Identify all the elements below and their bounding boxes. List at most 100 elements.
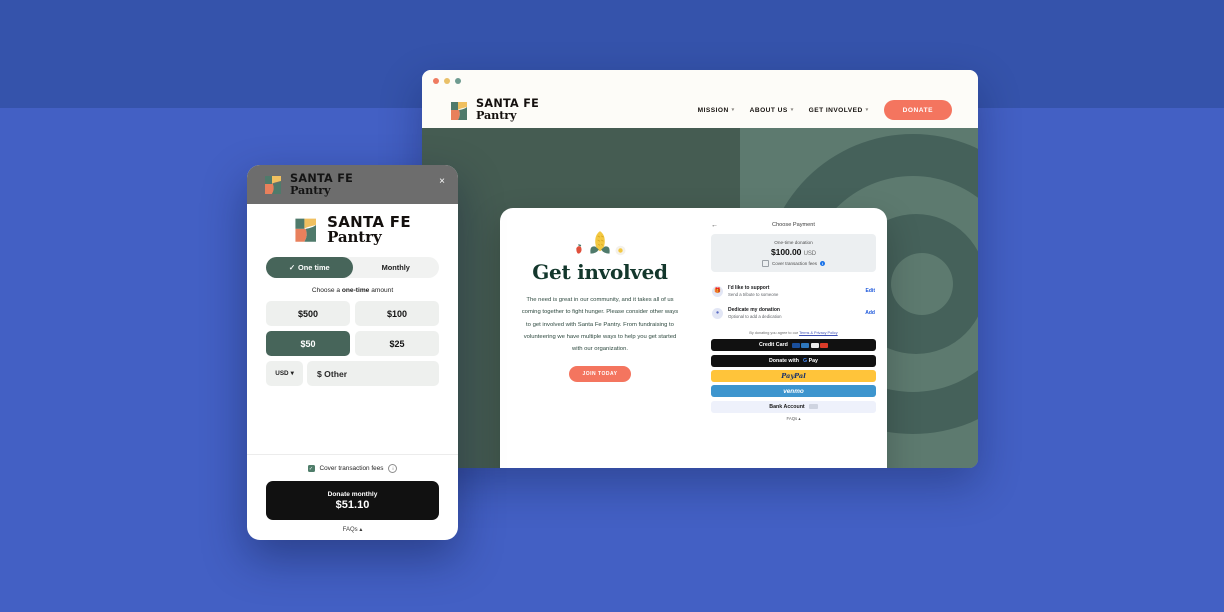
site-logo-text: SANTA FE Pantry (476, 98, 539, 122)
payment-currency: USD (803, 251, 817, 257)
pay-venmo-button[interactable]: venmo (711, 385, 876, 398)
option-subtitle: Optional to add a dedication (728, 313, 782, 319)
vegetable-icons (516, 230, 684, 256)
other-amount-row: USD ▾ $ Other (266, 361, 439, 387)
corn-icon (590, 231, 610, 254)
payment-option-support[interactable]: 🎁 I'd like to support Send a tribute to … (711, 280, 876, 302)
modal-header-logo-text: SANTA FE Pantry (290, 173, 353, 197)
cover-fees-label: Cover transaction fees (319, 465, 384, 472)
hero-description: The need is great in our community, and … (521, 297, 679, 353)
tab-one-time[interactable]: ✓ One time (266, 257, 353, 279)
browser-titlebar (422, 70, 978, 92)
pantry-leaf-icon (264, 174, 284, 195)
option-subtitle: Send a tribute to someone (728, 291, 779, 297)
currency-selector[interactable]: USD ▾ (266, 361, 303, 387)
modal-header-logo: SANTA FE Pantry (264, 173, 353, 197)
tab-one-time-label: One time (298, 263, 330, 273)
payment-cover-fees-row[interactable]: Cover transaction fees i (717, 260, 870, 267)
donation-modal: SANTA FE Pantry × SANTA FE Pantry ✓ One … (247, 165, 458, 540)
page-title: Get involved (532, 260, 668, 284)
join-today-button[interactable]: JOIN TODAY (569, 366, 631, 383)
donate-button[interactable]: DONATE (883, 100, 952, 120)
bank-icon (808, 404, 818, 410)
chevron-down-icon: ▾ (790, 107, 794, 113)
visa-icon (791, 342, 800, 348)
nav-item-get-involved[interactable]: GET INVOLVED ▾ (809, 107, 869, 114)
modal-logo: SANTA FE Pantry (266, 215, 439, 244)
tab-monthly-label: Monthly (381, 263, 410, 273)
card-brand-icons (791, 342, 828, 348)
back-arrow-icon[interactable]: ← (711, 222, 718, 229)
pay-google-pay-button[interactable]: Donate with G Pay (711, 354, 876, 367)
site-logo[interactable]: SANTA FE Pantry (450, 98, 539, 122)
check-icon: ✓ (288, 263, 296, 273)
checkbox-checked-icon[interactable]: ✓ (307, 465, 315, 472)
chevron-down-icon: ▾ (731, 107, 735, 113)
other-amount-input[interactable]: $ Other (307, 361, 439, 387)
terms-link[interactable]: Terms & Privacy Policy (799, 331, 838, 335)
payment-faqs-link[interactable]: FAQs ▴ (711, 416, 876, 422)
pay-bank-account-button[interactable]: Bank Account (711, 400, 876, 413)
browser-window: SANTA FE Pantry MISSION ▾ ABOUT US ▾ GET… (422, 70, 978, 468)
tab-monthly[interactable]: Monthly (353, 257, 440, 278)
pay-credit-card-button[interactable]: Credit Card (711, 339, 876, 352)
payment-option-dedicate[interactable]: ● Dedicate my donation Optional to add a… (711, 302, 876, 324)
payment-cover-fees-label: Cover transaction fees (771, 261, 818, 266)
cover-fees-row[interactable]: ✓ Cover transaction fees i (266, 464, 439, 473)
payment-amount-label: One-time donation (774, 240, 813, 245)
logo-line-2: Pantry (290, 182, 331, 197)
nav-item-mission[interactable]: MISSION ▾ (698, 107, 735, 114)
info-icon[interactable]: i (388, 464, 398, 473)
amount-option-100[interactable]: $100 (355, 301, 439, 327)
pantry-leaf-icon (294, 216, 320, 243)
modal-body: SANTA FE Pantry ✓ One time Monthly Choos… (247, 204, 458, 387)
logo-line-2: Pantry (327, 227, 382, 246)
close-icon[interactable]: × (439, 177, 445, 187)
nav-links: MISSION ▾ ABOUT US ▾ GET INVOLVED ▾ DONA… (698, 100, 952, 120)
ring-inner (891, 253, 953, 315)
modal-header: SANTA FE Pantry × (247, 165, 458, 204)
amex-icon (801, 342, 810, 348)
minimize-dot-icon[interactable] (444, 78, 450, 84)
modal-footer: ✓ Cover transaction fees i Donate monthl… (247, 454, 458, 540)
edit-link[interactable]: Edit (866, 288, 875, 294)
amount-grid: $500 $100 $50 $25 (266, 301, 439, 357)
frequency-toggle: ✓ One time Monthly (266, 257, 440, 279)
amount-option-25[interactable]: $25 (355, 331, 439, 357)
chili-pepper-icon (576, 244, 582, 254)
checkbox-unchecked-icon[interactable] (761, 260, 769, 267)
amount-option-500[interactable]: $500 (266, 301, 350, 327)
choose-amount-label: Choose a one-time amount (311, 287, 394, 295)
hero-section: Get involved The need is great in our co… (422, 128, 978, 468)
site-navbar: SANTA FE Pantry MISSION ▾ ABOUT US ▾ GET… (422, 92, 978, 128)
donate-button-amount: $51.10 (335, 498, 370, 511)
chevron-down-icon: ▾ (290, 370, 294, 378)
modal-faqs-link[interactable]: FAQs ▴ (266, 526, 439, 533)
add-link[interactable]: Add (865, 310, 875, 316)
pantry-leaf-icon (450, 100, 470, 121)
gift-icon: 🎁 (712, 285, 723, 297)
modal-logo-text: SANTA FE Pantry (327, 215, 411, 244)
pay-paypal-button[interactable]: PayPal (711, 369, 876, 382)
payment-header: ← Choose Payment (711, 222, 876, 229)
nav-item-about-us[interactable]: ABOUT US ▾ (750, 107, 794, 114)
discover-icon (810, 342, 819, 348)
close-dot-icon[interactable] (433, 78, 439, 84)
amount-option-50[interactable]: $50 (266, 331, 350, 357)
info-icon[interactable]: i (820, 261, 826, 266)
maximize-dot-icon[interactable] (455, 78, 461, 84)
google-pay-icon: G Pay (802, 357, 819, 364)
payment-amount-value: $100.00 USD (770, 247, 817, 257)
payment-panel: ← Choose Payment One-time donation $100.… (700, 208, 887, 468)
get-involved-card: Get involved The need is great in our co… (500, 208, 887, 468)
chevron-down-icon: ▾ (865, 107, 869, 113)
donate-button-label: Donate monthly (327, 490, 378, 498)
logo-line-2: Pantry (476, 108, 517, 122)
terms-text: By donating you agree to our Terms & Pri… (749, 331, 838, 336)
payment-title: Choose Payment (772, 222, 815, 228)
donate-monthly-button[interactable]: Donate monthly $51.10 (266, 481, 439, 520)
person-icon: ● (712, 307, 723, 319)
egg-icon (615, 245, 626, 256)
payment-amount-box: One-time donation $100.00 USD Cover tran… (711, 234, 876, 272)
mastercard-icon (820, 342, 828, 348)
